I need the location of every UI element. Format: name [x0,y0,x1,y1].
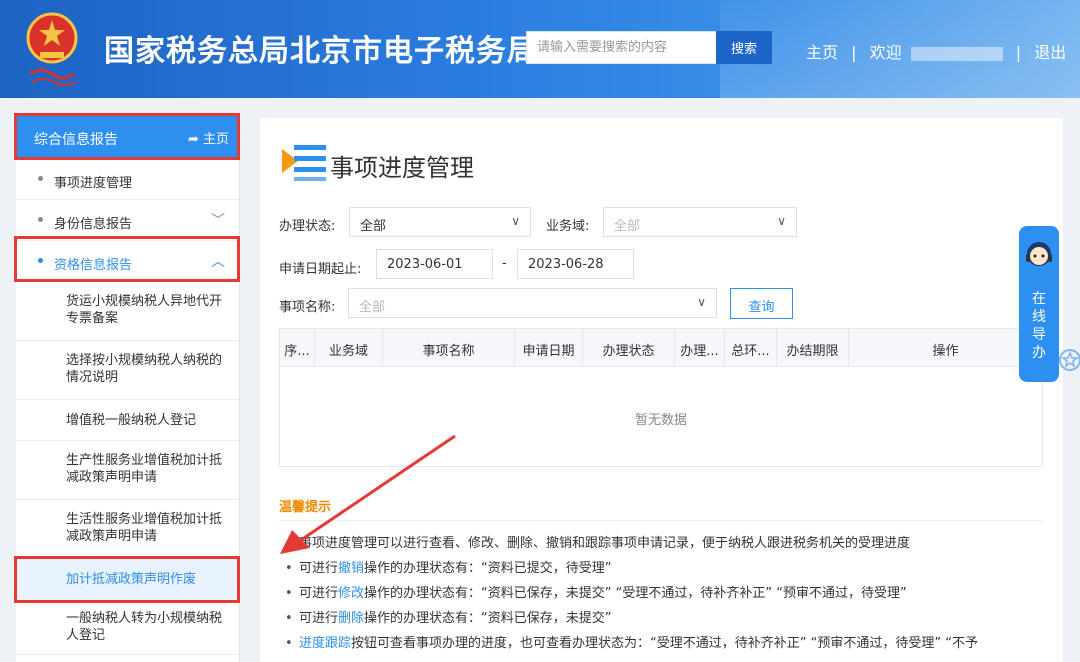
guide-char: 办 [1032,345,1046,361]
item-name-placeholder: 全部 [359,300,386,315]
table-header: 序... 业务域 事项名称 申请日期 办理状态 办理... 总环... 办结期限… [280,329,1042,367]
domain-label: 业务域: [546,219,590,234]
end-date-input[interactable]: 2023-06-28 [517,249,634,279]
column-header[interactable]: 事项名称 [383,329,515,367]
favorite-star-icon[interactable] [1058,345,1080,375]
sidebar-item-identity[interactable]: 身份信息报告 ﹀ [16,200,239,241]
bullet-icon: • [285,536,293,551]
sidebar-subitem[interactable]: 生活性服务业增值税加计抵减政策声明申请 [16,500,239,559]
column-header[interactable]: 序... [280,329,315,367]
site-title: 国家税务总局北京市电子税务局 [104,34,538,69]
date-separator: - [502,256,507,271]
tip-text: 事项进度管理可以进行查看、修改、删除、撤销和跟踪事项申请记录，便于纳税人跟进税务… [299,536,911,551]
site-header: 国家税务总局北京市电子税务局 搜索 主页 | 欢迎 | 退出 [0,0,1080,98]
empty-state-text: 暂无数据 [634,413,687,428]
tip-line: • 事项进度管理可以进行查看、修改、删除、撤销和跟踪事项申请记录，便于纳税人跟进税… [285,532,910,551]
guide-char: 导 [1032,327,1046,343]
tip-line: • 进度跟踪按钮可查看事项办理的进度，也可查看办理状态为：“受理不通过，待补齐补正… [285,632,978,651]
guide-label: 在 线 导 办 [1019,290,1059,362]
cancel-link[interactable]: 撤销 [338,561,364,576]
status-label: 办理状态: [279,219,336,234]
column-header[interactable]: 办理状态 [583,329,675,367]
start-date-input[interactable]: 2023-06-01 [376,249,493,279]
assistant-avatar-icon [1026,242,1052,266]
column-header[interactable]: 申请日期 [515,329,583,367]
date-range-label: 申请日期起止: [279,262,362,277]
tip-line: • 可进行删除操作的办理状态有：“资料已保存，未提交” [285,607,612,626]
item-name-select[interactable]: 全部 ∨ [348,288,717,318]
tip-line: • 可进行修改操作的办理状态有：“资料已保存，未提交” “受理不通过，待补齐补正”… [285,582,907,601]
guide-char: 在 [1032,291,1046,307]
sidebar-subitem[interactable]: 选择按小规模纳税人纳税的情况说明 [16,341,239,400]
bullet-icon: • [285,636,293,651]
tip-text: 按钮可查看事项办理的进度，也可查看办理状态为：“受理不通过，待补齐补正” “预审… [351,636,978,651]
main-panel: 事项进度管理 办理状态: 全部 ∨ 业务域: 全部 ∨ 申请日期起止: 2023… [260,118,1063,662]
tip-text: 操作的办理状态有：“资料已保存，未提交” “受理不通过，待补齐补正” “预审不通… [364,586,907,601]
sidebar-item-label: 身份信息报告 [54,217,133,232]
status-select[interactable]: 全部 ∨ [349,207,531,237]
results-table: 序... 业务域 事项名称 申请日期 办理状态 办理... 总环... 办结期限… [279,328,1043,467]
username-redacted [910,46,1003,61]
tips-title: 温馨提示 [279,500,332,515]
delete-link[interactable]: 删除 [338,611,364,626]
column-header[interactable]: 业务域 [315,329,383,367]
column-header[interactable]: 办结期限 [777,329,849,367]
sidebar-item-label: 事项进度管理 [54,176,133,191]
top-nav: 主页 | 欢迎 | 退出 [806,39,1066,63]
chevron-down-icon: ﹀ [211,213,225,229]
progress-title-icon [282,145,326,181]
tax-emblem-logo [26,12,78,86]
annotation-box [14,113,240,160]
guide-char: 线 [1032,309,1046,325]
divider [279,520,1043,521]
search-button[interactable]: 搜索 [716,31,772,64]
sidebar-item-progress[interactable]: 事项进度管理 [16,159,239,200]
nav-separator: | [1015,43,1022,62]
sidebar-subitem[interactable]: 生产性服务业增值税加计抵减政策声明申请 [16,441,239,500]
item-name-label: 事项名称: [279,300,336,315]
tip-text: 操作的办理状态有：“资料已保存，未提交” [364,611,612,626]
page-title: 事项进度管理 [330,154,474,182]
start-date-value: 2023-06-01 [387,257,463,272]
tip-text: 可进行 [299,611,339,626]
bullet-icon: • [285,611,293,626]
end-date-value: 2023-06-28 [528,257,604,272]
progress-track-link[interactable]: 进度跟踪 [299,636,351,651]
bullet-icon [38,217,43,222]
sidebar-subitem[interactable]: 增值税一般纳税人登记 [16,400,239,441]
tip-text: 可进行 [299,586,339,601]
sidebar-subitem[interactable]: 一般纳税人转为小规模纳税人登记 [16,600,239,655]
bullet-icon: • [285,561,293,576]
column-header[interactable]: 总环... [725,329,777,367]
sidebar-subitem[interactable]: 货运小规模纳税人异地代开专票备案 [16,282,239,341]
chevron-down-icon: ∨ [697,295,706,309]
column-header[interactable]: 办理... [675,329,725,367]
tip-text: 操作的办理状态有：“资料已提交，待受理” [364,561,612,576]
chevron-down-icon: ∨ [777,214,786,228]
annotation-box [14,236,240,282]
search-box: 搜索 [526,31,772,64]
query-button[interactable]: 查询 [730,288,793,319]
nav-home-link[interactable]: 主页 [806,39,838,63]
bullet-icon: • [285,586,293,601]
chevron-down-icon: ∨ [511,214,520,228]
tip-text: 可进行 [299,561,339,576]
annotation-box [14,556,240,603]
bullet-icon [38,176,43,181]
logout-link[interactable]: 退出 [1034,39,1066,63]
column-header[interactable]: 操作 [849,329,1042,367]
domain-select[interactable]: 全部 ∨ [603,207,797,237]
online-guide-widget[interactable]: 在 线 导 办 [1019,226,1059,382]
nav-separator: | [851,43,857,62]
domain-select-placeholder: 全部 [614,219,641,234]
welcome-text: 欢迎 [869,43,902,62]
status-select-value: 全部 [360,219,387,234]
search-input[interactable] [527,32,716,63]
tip-line: • 可进行撤销操作的办理状态有：“资料已提交，待受理” [285,557,612,576]
modify-link[interactable]: 修改 [338,586,364,601]
